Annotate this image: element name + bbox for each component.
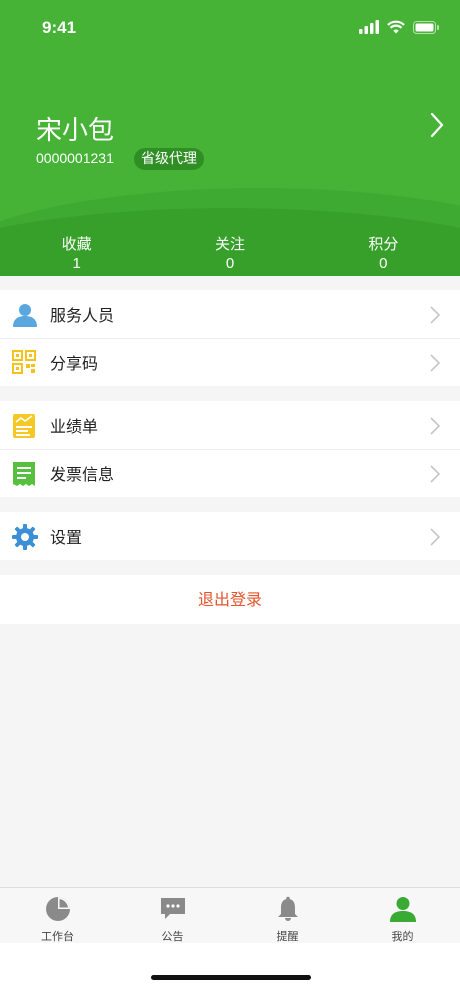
menu-item-settings[interactable]: 设置 <box>0 512 460 560</box>
status-bar: 9:41 <box>0 0 460 56</box>
chevron-right-icon <box>430 306 441 328</box>
menu-group: 业绩单 发票信息 <box>0 401 460 497</box>
menu-item-share-code[interactable]: 分享码 <box>0 338 460 386</box>
stat-label: 关注 <box>214 235 245 253</box>
tab-label: 提醒 <box>276 930 299 943</box>
menu-item-label: 分享码 <box>50 354 99 373</box>
battery-icon <box>413 20 439 34</box>
bell-icon <box>276 896 300 926</box>
stat-favorites[interactable]: 收藏 1 <box>0 234 153 274</box>
profile-id: 0000001231 <box>36 150 114 166</box>
person-icon <box>389 896 416 926</box>
menu-item-invoice-info[interactable]: 发票信息 <box>0 449 460 497</box>
home-indicator[interactable] <box>151 975 311 980</box>
tab-label: 公告 <box>161 930 184 943</box>
pie-chart-icon <box>45 896 71 926</box>
role-badge: 省级代理 <box>134 148 204 170</box>
signal-icon <box>359 20 379 34</box>
stat-following[interactable]: 关注 0 <box>153 234 306 274</box>
chevron-right-icon <box>430 354 441 376</box>
profile-detail-chevron-icon[interactable] <box>430 112 444 142</box>
menu-item-label: 服务人员 <box>50 306 115 325</box>
wifi-icon <box>387 20 405 34</box>
chevron-right-icon <box>430 465 441 487</box>
qr-code-icon <box>12 350 38 376</box>
menu-group: 设置 <box>0 512 460 560</box>
tab-mine[interactable]: 我的 <box>345 888 460 943</box>
person-icon <box>12 302 38 328</box>
profile-name: 宋小包 <box>36 116 115 146</box>
menu-item-label: 业绩单 <box>50 417 99 436</box>
tab-workbench[interactable]: 工作台 <box>0 888 115 943</box>
menu-item-performance[interactable]: 业绩单 <box>0 401 460 449</box>
tab-bar: 工作台 公告 提醒 我的 <box>0 887 460 943</box>
chat-bubble-icon <box>160 896 186 924</box>
status-time: 9:41 <box>42 18 77 37</box>
stat-value: 0 <box>379 255 388 272</box>
menu-group: 服务人员 分享码 <box>0 290 460 386</box>
tab-label: 工作台 <box>41 930 74 943</box>
stat-value: 0 <box>225 255 235 272</box>
home-indicator-area <box>0 943 460 996</box>
tab-announcements[interactable]: 公告 <box>115 888 230 943</box>
logout-button[interactable]: 退出登录 <box>0 575 460 624</box>
receipt-icon <box>12 461 38 487</box>
gear-icon <box>12 524 38 550</box>
stat-value: 1 <box>72 255 81 272</box>
tab-reminders[interactable]: 提醒 <box>230 888 345 943</box>
stat-label: 积分 <box>368 235 399 253</box>
menu-item-label: 发票信息 <box>50 465 115 484</box>
stat-points[interactable]: 积分 0 <box>307 234 460 274</box>
menu-item-service-staff[interactable]: 服务人员 <box>0 290 460 338</box>
chevron-right-icon <box>430 417 441 439</box>
chevron-right-icon <box>430 528 441 550</box>
tab-label: 我的 <box>391 930 414 943</box>
menu-item-label: 设置 <box>50 528 83 547</box>
stat-label: 收藏 <box>61 235 92 253</box>
status-icons <box>359 20 440 34</box>
chart-document-icon <box>12 413 38 439</box>
stats-bar: 收藏 1 关注 0 积分 0 <box>0 234 460 274</box>
